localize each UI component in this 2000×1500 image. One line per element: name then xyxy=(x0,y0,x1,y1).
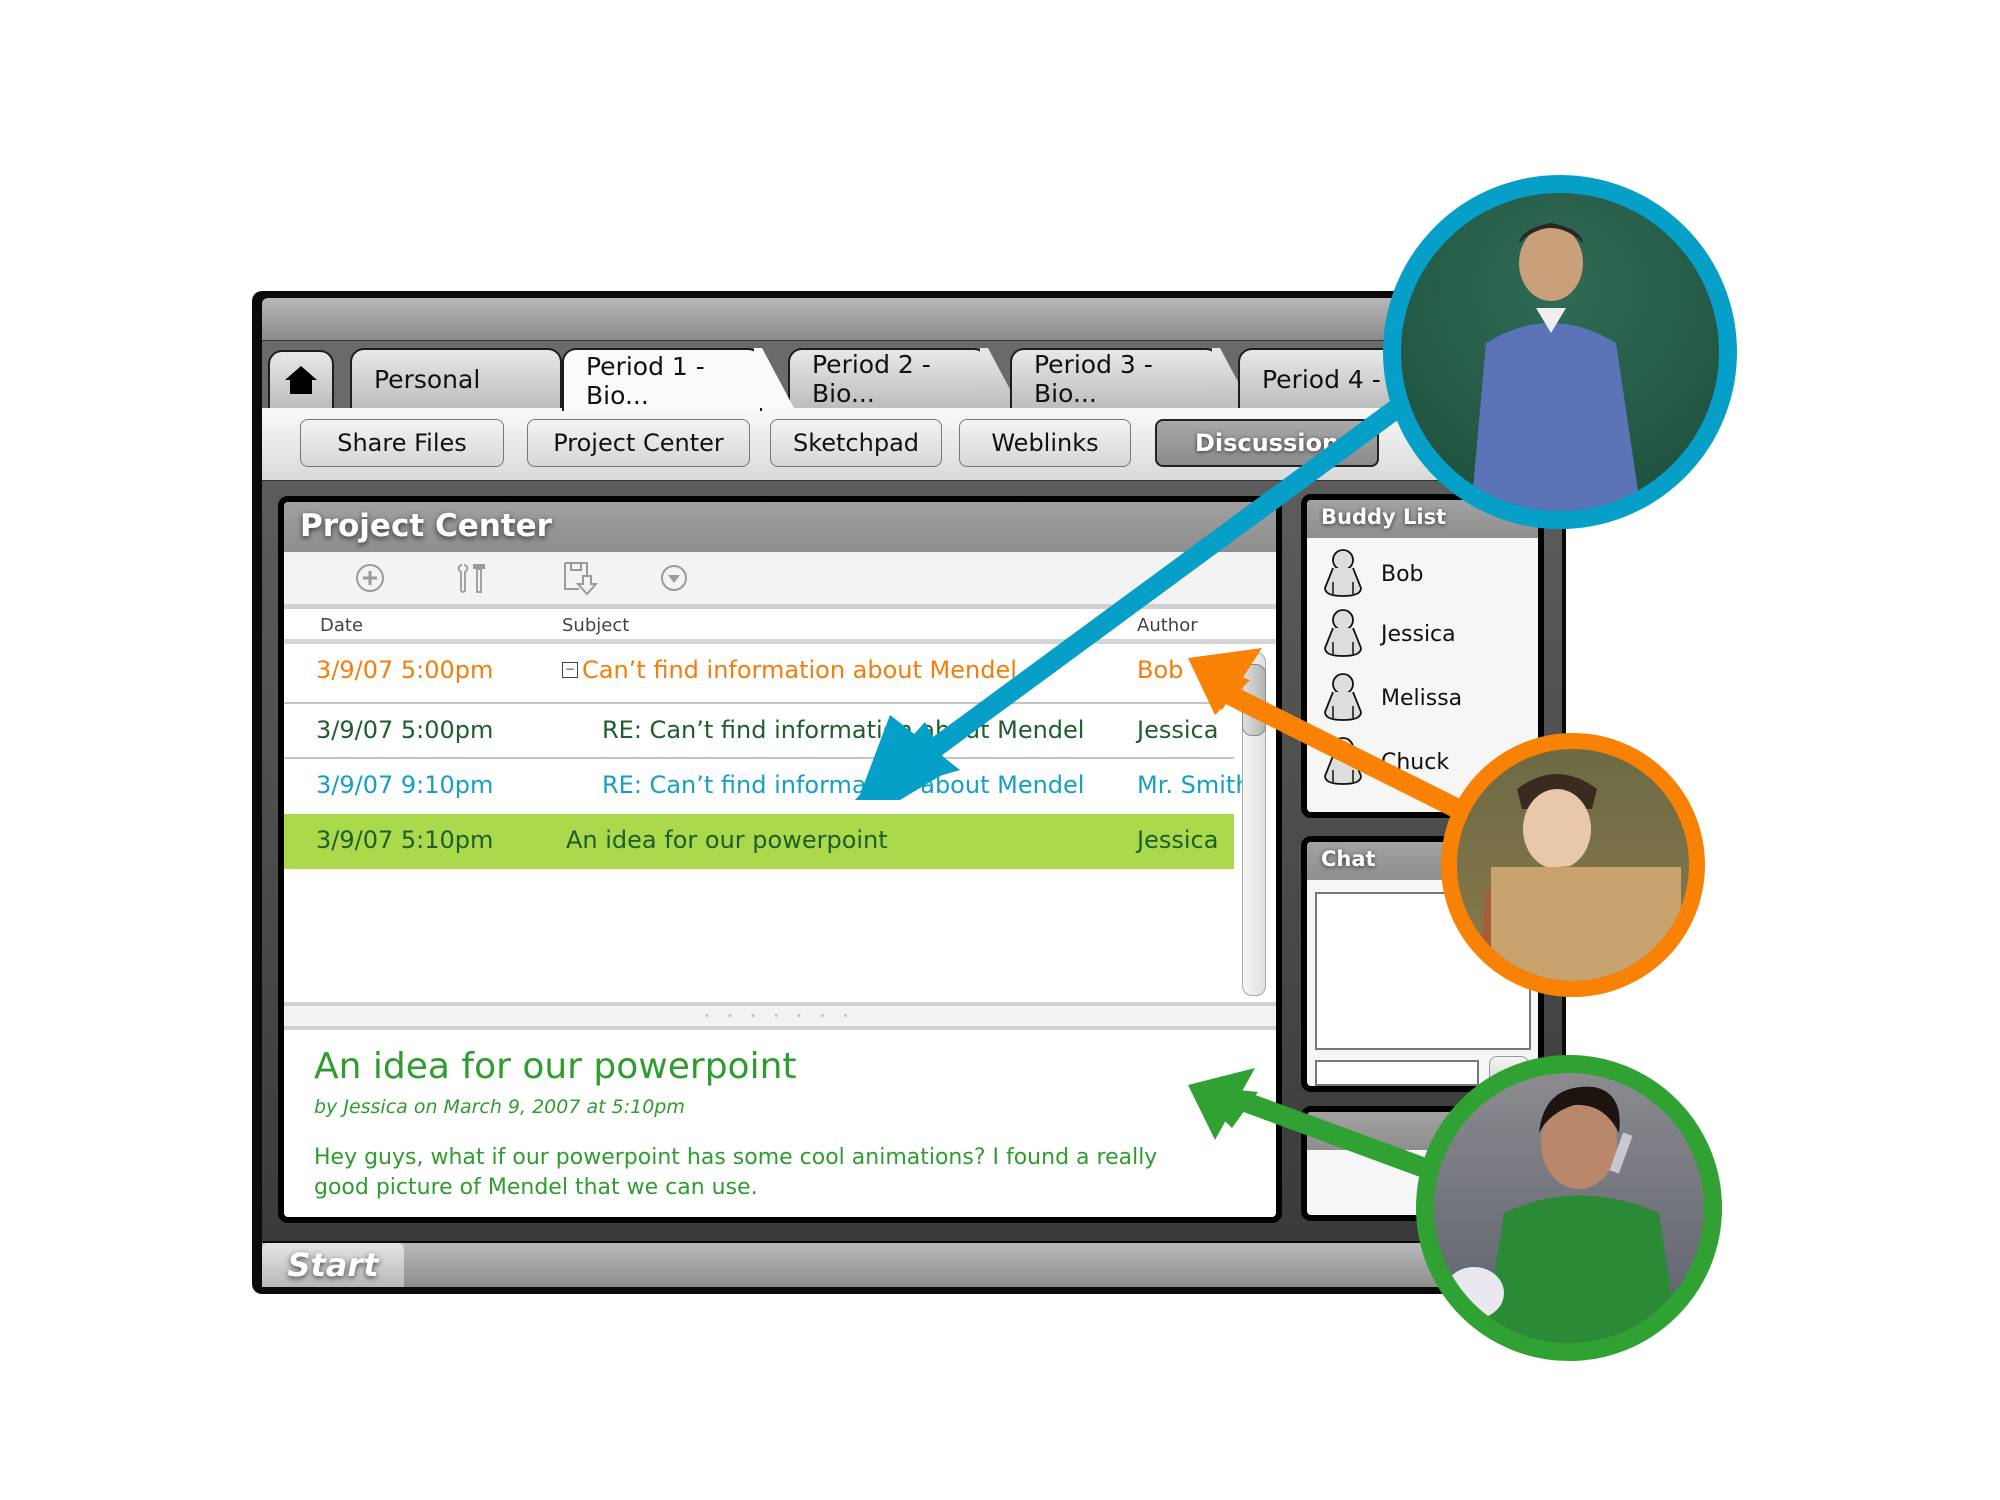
jessica-arrow xyxy=(1188,1068,1434,1180)
student-phone-figure-icon xyxy=(1444,1086,1679,1343)
teacher-figure-icon xyxy=(1471,223,1641,511)
bob-arrow xyxy=(1188,648,1475,824)
tab-period-1-bio[interactable]: Period 1 - Bio... xyxy=(562,348,794,411)
student-jessica-photo xyxy=(1416,1055,1722,1361)
teacher-photo xyxy=(1383,175,1737,529)
student-laptop-figure-icon xyxy=(1477,774,1681,981)
student-bob-photo xyxy=(1441,733,1705,997)
tab-label: Period 1 - Bio... xyxy=(586,351,705,410)
